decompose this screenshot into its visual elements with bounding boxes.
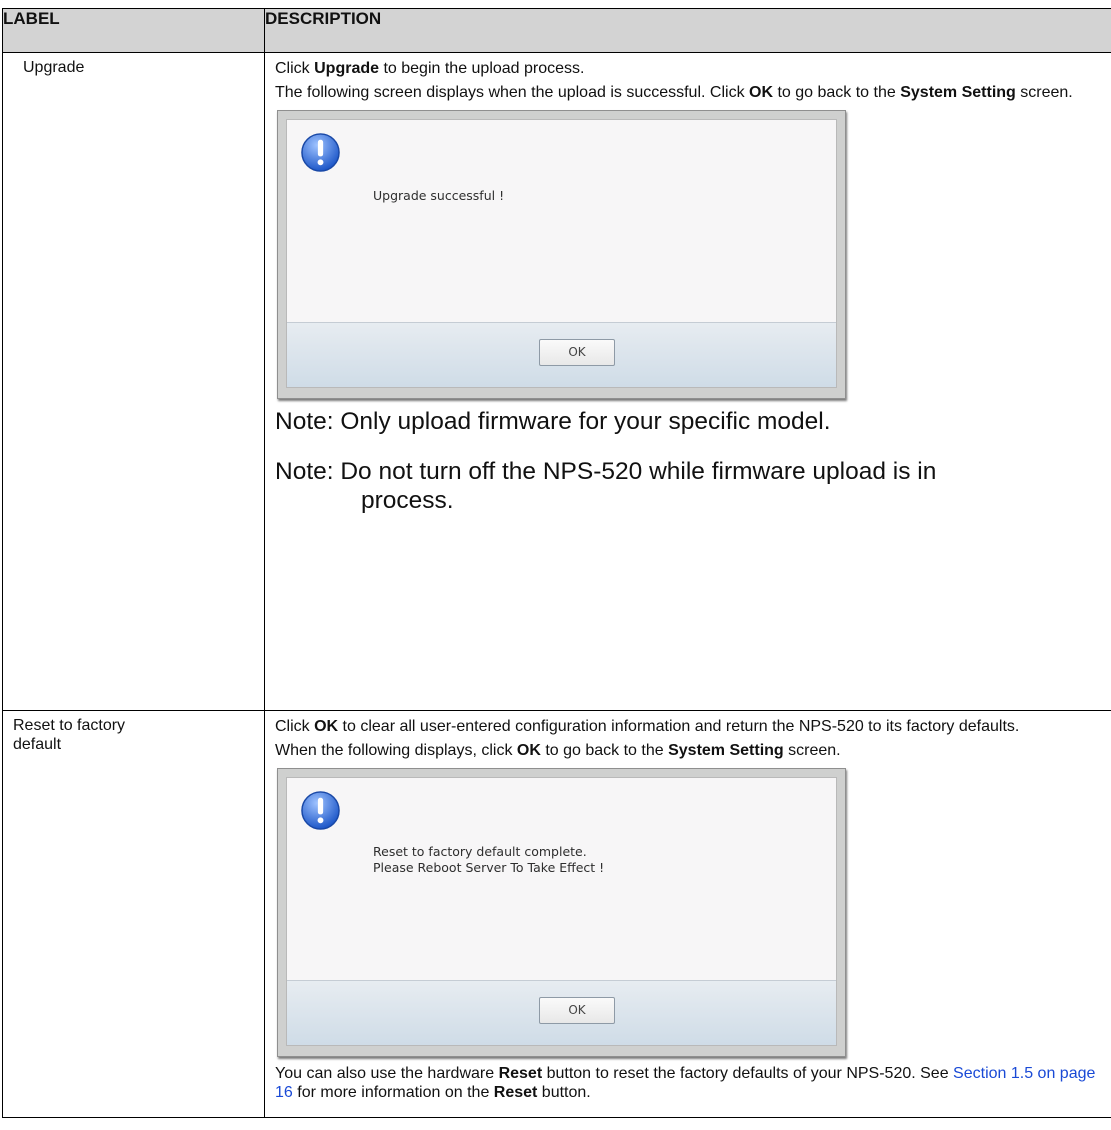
note: Note: Do not turn off the NPS-520 while … [275,458,937,514]
exclamation-info-icon [301,791,340,830]
ok-button: OK [539,997,615,1024]
upgrade-success-dialog-screenshot: Upgrade successful ! OK [277,110,846,399]
paragraph: Click Upgrade to begin the upload proces… [275,60,585,77]
paragraph: You can also use the hardware Reset butt… [275,1065,1096,1101]
table-row-reset: Reset to factory default Click OK to cle… [2,710,1111,1118]
paragraph: When the following displays, click OK to… [275,742,841,759]
label-cell: Upgrade [2,52,265,711]
description-table: LABEL DESCRIPTION Upgrade Click Upgrade … [2,8,1111,1118]
description-cell: Click OK to clear all user-entered confi… [264,710,1111,1118]
header-description: DESCRIPTION [264,8,1111,53]
table-header-row: LABEL DESCRIPTION [2,8,1111,53]
description-cell: Click Upgrade to begin the upload proces… [264,52,1111,711]
paragraph: The following screen displays when the u… [275,84,1073,101]
row-label: Reset to factory default [13,717,126,753]
row-label: Upgrade [23,59,85,76]
reset-complete-dialog-screenshot: Reset to factory default complete. Pleas… [277,768,846,1057]
ok-button: OK [539,339,615,366]
dialog-message: Reset to factory default complete. Pleas… [373,844,605,875]
dialog-message: Upgrade successful ! [373,188,505,203]
note: Note: Only upload firmware for your spec… [275,408,831,435]
label-cell: Reset to factory default [2,710,265,1118]
header-label: LABEL [2,8,265,53]
exclamation-info-icon [301,133,340,172]
table-row-upgrade: Upgrade Click Upgrade to begin the uploa… [2,52,1111,711]
paragraph: Click OK to clear all user-entered confi… [275,718,1020,735]
